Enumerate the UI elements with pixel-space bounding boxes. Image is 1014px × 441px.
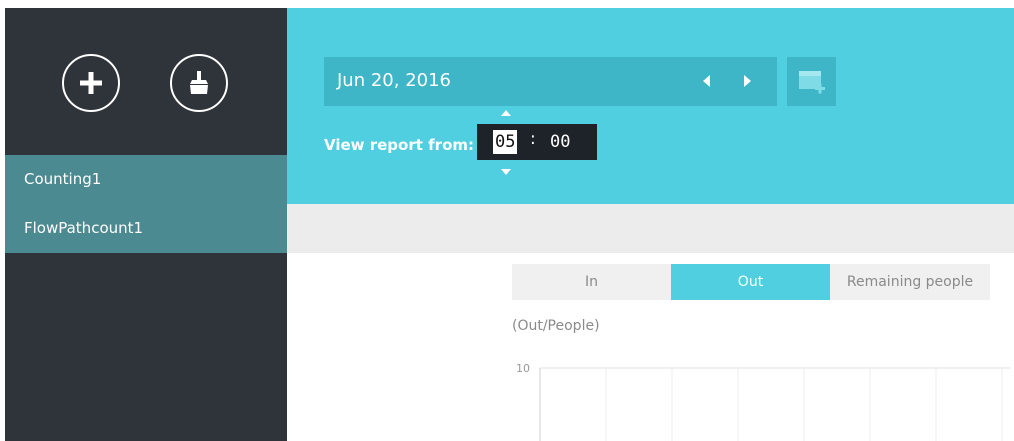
add-calendar-button[interactable] bbox=[787, 57, 836, 106]
date-picker-bar[interactable]: Jun 20, 2016 bbox=[324, 57, 777, 106]
add-rule-button[interactable] bbox=[62, 54, 120, 112]
time-field: 05 : 00 bbox=[477, 124, 597, 160]
toolbar-band bbox=[287, 204, 1014, 253]
chart-grid bbox=[539, 367, 1010, 441]
chart-tabs: In Out Remaining people bbox=[512, 264, 990, 300]
broom-icon bbox=[190, 71, 208, 94]
plus-icon bbox=[80, 72, 102, 94]
tab-remaining-people[interactable]: Remaining people bbox=[830, 264, 990, 300]
minute-input[interactable]: 00 bbox=[550, 130, 570, 154]
calendar-add-icon bbox=[799, 71, 825, 94]
next-date-icon[interactable] bbox=[744, 75, 751, 87]
list-item-counting1[interactable]: Counting1 bbox=[5, 155, 287, 204]
view-report-label: View report from: bbox=[324, 136, 474, 154]
tab-in[interactable]: In bbox=[512, 264, 671, 300]
selected-date: Jun 20, 2016 bbox=[337, 70, 452, 91]
sidebar: Counting1 FlowPathcount1 bbox=[5, 8, 287, 441]
y-tick-label: 10 bbox=[516, 362, 530, 375]
report-header: Jun 20, 2016 View report from: 05 : 00 bbox=[287, 8, 1014, 204]
hour-input[interactable]: 05 bbox=[493, 130, 518, 154]
prev-date-icon[interactable] bbox=[703, 75, 710, 87]
chart-y-label: (Out/People) bbox=[512, 318, 600, 334]
time-separator: : bbox=[530, 129, 536, 149]
hour-decrease-icon[interactable] bbox=[501, 169, 511, 175]
tab-out[interactable]: Out bbox=[671, 264, 830, 300]
hour-increase-icon[interactable] bbox=[501, 110, 511, 116]
clear-button[interactable] bbox=[170, 54, 228, 112]
rule-list: Counting1 FlowPathcount1 bbox=[5, 155, 287, 253]
list-item-flowpathcount1[interactable]: FlowPathcount1 bbox=[5, 204, 287, 253]
